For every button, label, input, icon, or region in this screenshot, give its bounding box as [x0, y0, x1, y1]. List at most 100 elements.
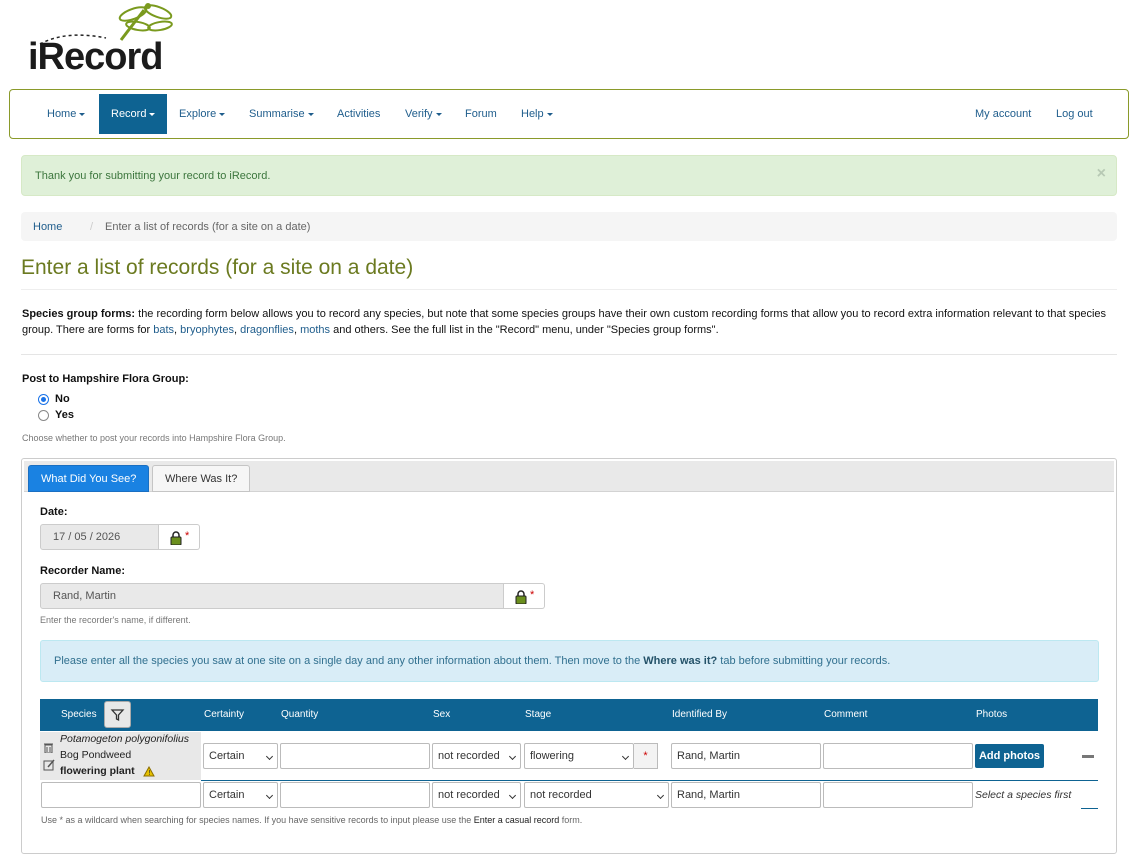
info-bold: Where was it? [643, 655, 718, 667]
species-filter-button[interactable] [104, 701, 131, 728]
identified-by-input-row1[interactable]: Rand, Martin [671, 743, 821, 769]
col-sex: Sex [433, 709, 451, 720]
breadcrumb-separator: / [90, 221, 94, 233]
sex-select-row1[interactable]: not recorded [432, 743, 521, 769]
nav-activities-label: Activities [337, 108, 381, 120]
row2-divider [1081, 808, 1098, 809]
chevron-down-icon [265, 791, 274, 800]
alert-message: Thank you for submitting your record to … [35, 170, 271, 182]
date-field[interactable]: 17 / 05 / 2026 [40, 524, 159, 550]
recorder-help: Enter the recorder's name, if different. [40, 615, 191, 625]
species-grid-header: Species Certainty Quantity Sex Stage Ide… [40, 699, 1098, 731]
nav-help[interactable]: Help [509, 94, 565, 134]
info-text: Please enter all the species you saw at … [54, 655, 890, 667]
stage-value-row2: not recorded [530, 789, 592, 801]
tab-where-was-it[interactable]: Where Was It? [152, 465, 251, 492]
close-icon[interactable]: × [1097, 165, 1106, 183]
casual-record-link[interactable]: Enter a casual record [474, 815, 560, 825]
nav-explore-label: Explore [179, 108, 217, 120]
nav-explore[interactable]: Explore [167, 94, 237, 134]
radio-option-no[interactable]: No [38, 393, 98, 407]
species-group: flowering plant [60, 765, 135, 777]
recorder-lock-addon[interactable]: * [504, 583, 545, 609]
intro-bold: Species group forms: [22, 308, 136, 320]
breadcrumb-current: Enter a list of records (for a site on a… [105, 221, 311, 233]
date-label: Date: [40, 506, 68, 518]
comment-input-row1[interactable] [823, 743, 973, 769]
radio-yes-label[interactable]: Yes [55, 409, 74, 421]
info-text-1: Please enter all the species you saw at … [54, 655, 644, 667]
chevron-down-icon [656, 791, 665, 800]
nav-log-out-label: Log out [1056, 108, 1093, 120]
nav-verify[interactable]: Verify [393, 94, 454, 134]
radio-yes-button[interactable] [38, 410, 49, 421]
nav-log-out[interactable]: Log out [1044, 94, 1105, 134]
link-moths[interactable]: moths [300, 324, 330, 336]
nav-home[interactable]: Home [35, 94, 97, 134]
remove-row-icon[interactable] [1082, 755, 1094, 758]
link-bryophytes[interactable]: bryophytes [180, 324, 234, 336]
identified-by-input-row2[interactable]: Rand, Martin [671, 782, 821, 808]
stage-select-row1[interactable]: flowering [524, 743, 634, 769]
certainty-select-row2[interactable]: Certain [203, 782, 278, 808]
comment-input-row2[interactable] [823, 782, 973, 808]
info-text-2: tab before submitting your records. [717, 655, 891, 667]
recorder-label: Recorder Name: [40, 565, 125, 577]
nav-summarise[interactable]: Summarise [237, 94, 326, 134]
lock-icon [515, 590, 527, 604]
caret-down-icon [546, 112, 553, 116]
logo-text: iRecord [28, 36, 163, 78]
nav-summarise-label: Summarise [249, 108, 305, 120]
caret-down-icon [307, 112, 314, 116]
intro-paragraph: Species group forms: the recording form … [22, 306, 1112, 338]
recorder-name-field[interactable]: Rand, Martin [40, 583, 504, 609]
col-stage: Stage [525, 709, 552, 720]
species-input-row2[interactable] [41, 782, 201, 808]
nav-record[interactable]: Record [99, 94, 168, 134]
radio-no-button[interactable] [38, 394, 49, 405]
chevron-down-icon [621, 752, 630, 761]
chevron-down-icon [508, 752, 517, 761]
footer-text-1: Use * as a wildcard when searching for s… [41, 815, 474, 825]
delete-icon[interactable] [43, 742, 54, 753]
nav-help-label: Help [521, 108, 544, 120]
chevron-down-icon [508, 791, 517, 800]
warning-icon: ! [143, 766, 155, 777]
sex-value-row1: not recorded [438, 750, 500, 762]
photos-hint-row2: Select a species first [975, 789, 1072, 801]
nav-my-account[interactable]: My account [963, 94, 1043, 134]
irecord-logo[interactable]: iRecord [26, 0, 176, 80]
link-bats[interactable]: bats [153, 324, 174, 336]
tab-what-did-you-see[interactable]: What Did You See? [28, 465, 150, 492]
quantity-input-row2[interactable] [280, 782, 430, 808]
add-photos-button[interactable]: Add photos [975, 744, 1044, 768]
sex-select-row2[interactable]: not recorded [432, 782, 521, 808]
lock-icon [170, 531, 182, 545]
post-group-help: Choose whether to post your records into… [22, 433, 286, 443]
nav-activities[interactable]: Activities [325, 94, 392, 134]
caret-down-icon [149, 112, 156, 116]
stage-value-row1: flowering [530, 750, 575, 762]
radio-no-label[interactable]: No [55, 393, 70, 405]
date-lock-addon[interactable]: * [159, 524, 200, 550]
col-species: Species [61, 709, 97, 720]
intro-divider [21, 354, 1117, 355]
title-divider [21, 289, 1117, 290]
nav-forum[interactable]: Forum [453, 94, 509, 134]
chevron-down-icon [265, 752, 274, 761]
caret-down-icon [79, 112, 86, 116]
stage-select-row2[interactable]: not recorded [524, 782, 669, 808]
certainty-select-row1[interactable]: Certain [203, 743, 278, 769]
species-common-name: Bog Pondweed [60, 749, 132, 761]
page-title: Enter a list of records (for a site on a… [21, 256, 414, 279]
col-photos: Photos [976, 709, 1008, 720]
required-marker: * [185, 530, 190, 542]
edit-icon[interactable] [43, 759, 55, 771]
nav-home-label: Home [47, 108, 77, 120]
radio-option-yes[interactable]: Yes [38, 409, 98, 423]
nav-forum-label: Forum [465, 108, 497, 120]
breadcrumb-home-link[interactable]: Home [33, 221, 62, 233]
link-dragonflies[interactable]: dragonflies [240, 324, 294, 336]
quantity-input-row1[interactable] [280, 743, 430, 769]
col-identified-by: Identified By [672, 709, 728, 720]
